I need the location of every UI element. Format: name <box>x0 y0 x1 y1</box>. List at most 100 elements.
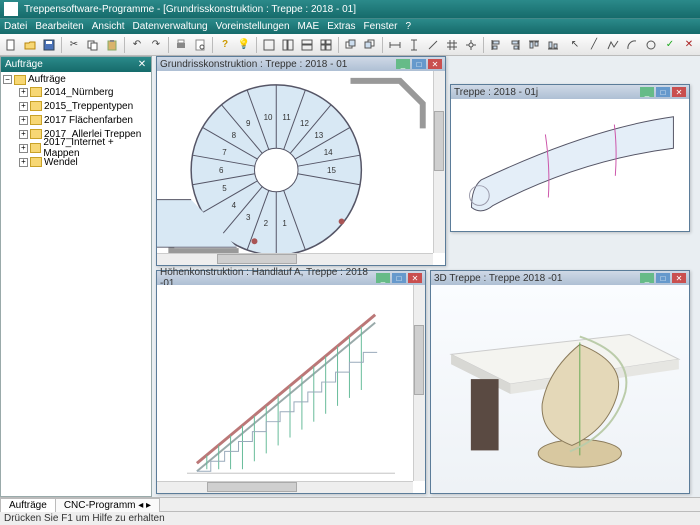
window-3d-view[interactable]: 3D Treppe : Treppe 2018 -01 _ □ ✕ <box>430 270 690 494</box>
folder-icon <box>30 157 42 167</box>
check-icon[interactable]: ✓ <box>661 36 679 54</box>
tab-auftraege[interactable]: Aufträge <box>0 498 56 512</box>
menu-extras[interactable]: Extras <box>327 21 355 32</box>
step-number: 2 <box>264 219 268 228</box>
window-max-icon[interactable]: □ <box>392 273 406 283</box>
expand-icon[interactable]: + <box>19 158 28 167</box>
redo-icon[interactable]: ↷ <box>147 36 165 54</box>
window-caption[interactable]: Grundrisskonstruktion : Treppe : 2018 - … <box>157 57 445 71</box>
tree-item[interactable]: +2017_Internet + Mappen <box>3 141 149 155</box>
dim-tool-2-icon[interactable] <box>405 36 423 54</box>
window-max-icon[interactable]: □ <box>412 59 426 69</box>
step-number: 10 <box>264 113 273 122</box>
tab-scroll-icon[interactable]: ◂ ▸ <box>135 500 151 511</box>
dim-tool-3-icon[interactable] <box>424 36 442 54</box>
paste-icon[interactable] <box>103 36 121 54</box>
menu-fenster[interactable]: Fenster <box>364 21 398 32</box>
align-right-icon[interactable] <box>506 36 524 54</box>
window-min-icon[interactable]: _ <box>376 273 390 283</box>
polyline-tool-icon[interactable] <box>604 36 622 54</box>
copy-icon[interactable] <box>84 36 102 54</box>
window-elevation-view[interactable]: Höhenkonstruktion : Handlauf A, Treppe :… <box>156 270 426 494</box>
scrollbar-horizontal[interactable] <box>157 253 433 265</box>
expand-icon[interactable]: + <box>19 102 28 111</box>
align-bottom-icon[interactable] <box>544 36 562 54</box>
layout-icon-3[interactable] <box>298 36 316 54</box>
dim-tool-1-icon[interactable] <box>386 36 404 54</box>
print-preview-icon[interactable] <box>191 36 209 54</box>
window-close-icon[interactable]: ✕ <box>408 273 422 283</box>
line-tool-icon[interactable]: ╱ <box>585 36 603 54</box>
window-caption[interactable]: Höhenkonstruktion : Handlauf A, Treppe :… <box>157 271 425 285</box>
window-close-icon[interactable]: ✕ <box>428 59 442 69</box>
tab-label: CNC-Programm <box>64 500 136 511</box>
arc-tool-icon[interactable] <box>623 36 641 54</box>
tab-cnc[interactable]: CNC-Programm ◂ ▸ <box>55 498 160 512</box>
folder-icon <box>30 129 42 139</box>
sidebar-close-icon[interactable]: ✕ <box>137 59 147 69</box>
open-icon[interactable] <box>21 36 39 54</box>
cut-icon[interactable]: ✂ <box>65 36 83 54</box>
layout-icon-2[interactable] <box>279 36 297 54</box>
order-back-icon[interactable] <box>361 36 379 54</box>
layout-icon-1[interactable] <box>260 36 278 54</box>
window-close-icon[interactable]: ✕ <box>672 87 686 97</box>
scrollbar-vertical[interactable] <box>413 285 425 481</box>
window-min-icon[interactable]: _ <box>640 273 654 283</box>
tree-item-label: 2017 Flächenfarben <box>44 115 133 126</box>
stringer-canvas[interactable] <box>451 99 689 231</box>
render-canvas[interactable] <box>431 285 689 493</box>
undo-icon[interactable]: ↶ <box>128 36 146 54</box>
menu-ansicht[interactable]: Ansicht <box>92 21 125 32</box>
window-title: Treppe : 2018 - 01j <box>454 87 538 98</box>
collapse-icon[interactable]: − <box>3 75 12 84</box>
bulb-icon[interactable]: 💡 <box>235 36 253 54</box>
order-front-icon[interactable] <box>342 36 360 54</box>
window-max-icon[interactable]: □ <box>656 87 670 97</box>
tree-item[interactable]: +2015_Treppentypen <box>3 99 149 113</box>
tree-item[interactable]: +2017 Flächenfarben <box>3 113 149 127</box>
snap-icon[interactable] <box>462 36 480 54</box>
pointer-icon[interactable]: ↖ <box>566 36 584 54</box>
title-bar: Treppensoftware-Programme - [Grundrissko… <box>0 0 700 18</box>
step-number: 5 <box>222 184 226 193</box>
expand-icon[interactable]: + <box>19 144 28 153</box>
tree-item[interactable]: +2014_Nürnberg <box>3 85 149 99</box>
bottom-tabs: Aufträge CNC-Programm ◂ ▸ <box>0 497 700 511</box>
project-tree[interactable]: − Aufträge +2014_Nürnberg +2015_Treppent… <box>1 72 151 496</box>
window-caption[interactable]: 3D Treppe : Treppe 2018 -01 _ □ ✕ <box>431 271 689 285</box>
align-left-icon[interactable] <box>487 36 505 54</box>
plan-canvas[interactable]: 123456789101112131415 <box>157 71 445 265</box>
menu-help[interactable]: ? <box>405 21 411 32</box>
tree-root[interactable]: − Aufträge <box>3 74 149 85</box>
expand-icon[interactable]: + <box>19 130 28 139</box>
window-max-icon[interactable]: □ <box>656 273 670 283</box>
expand-icon[interactable]: + <box>19 116 28 125</box>
window-close-icon[interactable]: ✕ <box>672 273 686 283</box>
help-icon[interactable]: ? <box>216 36 234 54</box>
step-number: 4 <box>232 201 236 210</box>
cancel-icon[interactable]: ✕ <box>680 36 698 54</box>
grid-icon[interactable] <box>443 36 461 54</box>
circle-tool-icon[interactable] <box>642 36 660 54</box>
window-min-icon[interactable]: _ <box>396 59 410 69</box>
align-top-icon[interactable] <box>525 36 543 54</box>
save-icon[interactable] <box>40 36 58 54</box>
step-number: 9 <box>246 119 250 128</box>
scrollbar-horizontal[interactable] <box>157 481 413 493</box>
menu-bearbeiten[interactable]: Bearbeiten <box>35 21 83 32</box>
window-plan-view[interactable]: Grundrisskonstruktion : Treppe : 2018 - … <box>156 56 446 266</box>
scrollbar-vertical[interactable] <box>433 71 445 253</box>
menu-mae[interactable]: MAE <box>298 21 320 32</box>
menu-datenverwaltung[interactable]: Datenverwaltung <box>133 21 208 32</box>
layout-icon-4[interactable] <box>317 36 335 54</box>
menu-voreinstellungen[interactable]: Voreinstellungen <box>216 21 290 32</box>
window-stringer-view[interactable]: Treppe : 2018 - 01j _ □ ✕ <box>450 84 690 232</box>
print-icon[interactable] <box>172 36 190 54</box>
elevation-canvas[interactable] <box>157 285 425 493</box>
window-caption[interactable]: Treppe : 2018 - 01j _ □ ✕ <box>451 85 689 99</box>
window-min-icon[interactable]: _ <box>640 87 654 97</box>
new-icon[interactable] <box>2 36 20 54</box>
menu-datei[interactable]: Datei <box>4 21 27 32</box>
expand-icon[interactable]: + <box>19 88 28 97</box>
